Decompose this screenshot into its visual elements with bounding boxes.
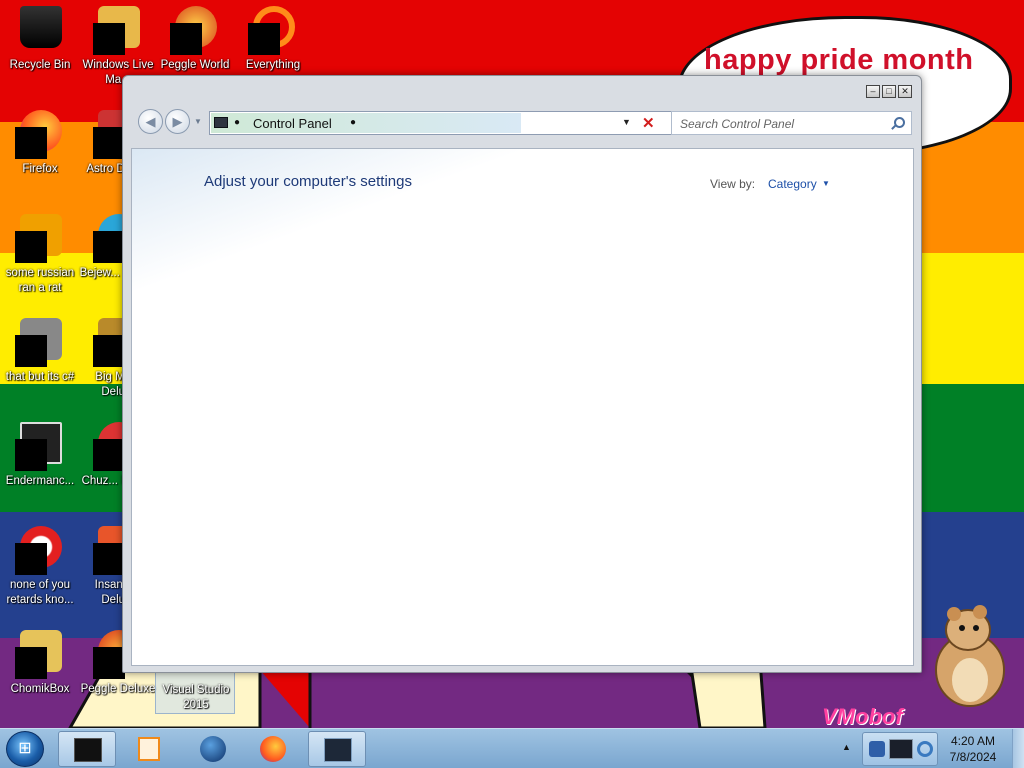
show-hidden-icons-button[interactable]: ▲: [842, 742, 851, 752]
clock-date: 7/8/2024: [949, 750, 997, 764]
taskbar-item-earth-browser[interactable]: [184, 731, 242, 767]
search-icon[interactable]: [894, 117, 905, 128]
search-placeholder: Search Control Panel: [680, 117, 795, 131]
network-icon[interactable]: [869, 741, 885, 757]
desktop-icon-opera[interactable]: none of you retards kno...: [0, 520, 80, 620]
chevron-down-icon[interactable]: ▼: [822, 179, 830, 188]
control-panel-content: Adjust your computer's settings View by:…: [131, 148, 914, 666]
redaction-box: [15, 543, 47, 575]
sync-icon[interactable]: [917, 741, 933, 757]
media-player-icon: [138, 737, 160, 761]
redaction-box: [15, 647, 47, 679]
view-by-label: View by:: [710, 177, 756, 191]
navigation-bar: ◀ ▶ ▼ ● Control Panel ● ▼ ✕ Search Contr…: [131, 104, 915, 140]
recycle-bin-icon: [20, 6, 62, 48]
redaction-box: [93, 231, 125, 263]
desktop-icon-recycle-bin[interactable]: Recycle Bin: [0, 0, 80, 100]
desktop-icon-endermanch[interactable]: Endermanc...: [0, 416, 80, 516]
speech-bubble-text: happy pride month: [704, 44, 974, 76]
recent-pages-dropdown[interactable]: ▼: [194, 117, 202, 126]
watermark-logo: VMobof: [822, 704, 903, 729]
notification-area[interactable]: [862, 732, 938, 766]
redaction-box: [93, 127, 125, 159]
window-caption-buttons: – □ ✕: [866, 85, 912, 98]
redaction-box: [93, 439, 125, 471]
address-breadcrumb[interactable]: Control Panel: [253, 116, 332, 131]
desktop-icon-firefox[interactable]: Firefox: [0, 104, 80, 204]
redaction-box: [93, 647, 125, 679]
taskbar-clock[interactable]: 4:20 AM 7/8/2024: [940, 733, 1006, 765]
taskbar: ⊞ ▲ 4:20 AM 7/8/2024: [0, 728, 1024, 768]
monitor-icon[interactable]: [889, 739, 913, 759]
taskbar-item-media-player[interactable]: [120, 731, 178, 767]
terminal-app-icon: [74, 738, 102, 762]
start-button[interactable]: ⊞: [6, 731, 44, 767]
hamster-image: [935, 605, 1005, 707]
clock-time: 4:20 AM: [950, 734, 996, 748]
maximize-button[interactable]: □: [882, 85, 896, 98]
redaction-box: [15, 231, 47, 263]
control-panel-window[interactable]: – □ ✕ ◀ ▶ ▼ ● Control Panel ● ▼ ✕ Search…: [122, 75, 922, 673]
redaction-box: [93, 335, 125, 367]
address-dropdown-icon[interactable]: ▼: [622, 117, 631, 127]
firefox-icon: [260, 736, 286, 762]
clear-address-icon[interactable]: ✕: [642, 114, 655, 132]
show-desktop-button[interactable]: [1012, 729, 1024, 768]
globe-icon: [200, 736, 226, 762]
redaction-box: [248, 23, 280, 55]
minimize-button[interactable]: –: [866, 85, 880, 98]
address-bar[interactable]: ● Control Panel ● ▼ ✕: [209, 111, 689, 135]
control-panel-icon: [324, 738, 352, 762]
search-input[interactable]: Search Control Panel: [671, 111, 912, 135]
breadcrumb-separator-icon[interactable]: ●: [234, 117, 240, 128]
taskbar-item-control-panel[interactable]: [308, 731, 366, 767]
breadcrumb-separator-icon[interactable]: ●: [350, 117, 356, 128]
redaction-box: [170, 23, 202, 55]
redaction-box: [15, 335, 47, 367]
control-panel-icon: [214, 117, 228, 128]
taskbar-item-terminal[interactable]: [58, 731, 116, 767]
forward-button[interactable]: ▶: [165, 109, 190, 134]
desktop-icon-chomikbox[interactable]: ChomikBox: [0, 624, 80, 724]
redaction-box: [15, 127, 47, 159]
redaction-box: [15, 439, 47, 471]
close-button[interactable]: ✕: [898, 85, 912, 98]
back-button[interactable]: ◀: [138, 109, 163, 134]
page-title: Adjust your computer's settings: [204, 173, 412, 190]
view-by-dropdown[interactable]: Category: [768, 177, 817, 191]
desktop-icon-that-but-its-csharp[interactable]: that but its c#: [0, 312, 80, 412]
desktop-icon-russian-rat[interactable]: some russian ran a rat: [0, 208, 80, 308]
taskbar-item-firefox[interactable]: [244, 731, 302, 767]
redaction-box: [93, 23, 125, 55]
redaction-box: [93, 543, 125, 575]
